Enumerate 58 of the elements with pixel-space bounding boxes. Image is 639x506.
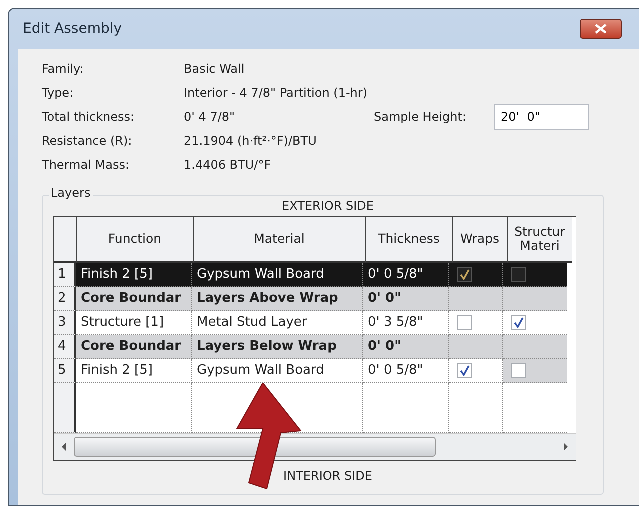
exterior-side-label: EXTERIOR SIDE (281, 199, 375, 215)
property-value: 0' 4 7/8" (184, 110, 236, 124)
table-row[interactable]: 2 Core Boundar Layers Above Wrap 0' 0" (54, 287, 576, 311)
structural-checkbox[interactable] (511, 267, 526, 282)
horizontal-scrollbar[interactable] (54, 433, 576, 460)
table-cell: 0' 0 5/8" (363, 359, 449, 383)
interior-side-label: INTERIOR SIDE (282, 469, 374, 485)
row-number: 1 (54, 263, 76, 287)
row-number: 2 (54, 287, 76, 311)
close-icon (594, 24, 608, 34)
structural-checkbox[interactable] (511, 315, 526, 330)
column-header[interactable]: Function (77, 217, 194, 263)
sample-height-label: Sample Height: (374, 110, 468, 124)
scroll-left-icon[interactable] (60, 442, 68, 452)
window-title: Edit Assembly (23, 21, 122, 37)
table-cell: Core Boundar (76, 287, 192, 311)
table-cell: Layers Above Wrap (192, 287, 363, 311)
table-row[interactable]: 1 Finish 2 [5] Gypsum Wall Board 0' 0 5/8" (54, 263, 576, 287)
scrollbar-thumb[interactable] (74, 437, 436, 457)
column-header[interactable]: Material (194, 217, 366, 263)
column-header[interactable]: Thickness (366, 217, 453, 263)
sample-height-field[interactable]: 20' 0" (494, 104, 589, 130)
property-label: Total thickness: (42, 110, 136, 124)
table-row[interactable]: 4 Core Boundar Layers Below Wrap 0' 0" (54, 335, 576, 359)
property-value: Interior - 4 7/8" Partition (1-hr) (184, 86, 369, 100)
close-button[interactable] (580, 19, 622, 39)
check-icon (458, 268, 470, 280)
wraps-checkbox[interactable] (457, 267, 472, 282)
row-number: 4 (54, 335, 76, 359)
table-cell: 0' 0" (363, 335, 449, 359)
property-label: Thermal Mass: (42, 158, 130, 172)
check-icon (512, 316, 524, 328)
row-number: 5 (54, 359, 76, 383)
row-header (54, 383, 76, 433)
column-header[interactable]: Structur Materi (508, 217, 572, 263)
wraps-checkbox[interactable] (457, 315, 472, 330)
column-header[interactable]: Wraps (453, 217, 508, 263)
table-cell: Layers Below Wrap (192, 335, 363, 359)
property-label: Type: (42, 86, 75, 100)
property-label: Resistance (R): (42, 134, 134, 148)
property-value: 1.4406 BTU/°F (184, 158, 272, 172)
table-cell: Core Boundar (76, 335, 192, 359)
table-cell: 0' 0" (363, 287, 449, 311)
table-cell: Gypsum Wall Board (192, 263, 363, 287)
table-cell: Gypsum Wall Board (192, 359, 363, 383)
scroll-right-icon[interactable] (562, 442, 570, 452)
property-value: 21.1904 (h·ft²·°F)/BTU (184, 134, 318, 148)
property-value: Basic Wall (184, 62, 246, 76)
table-row[interactable]: 5 Finish 2 [5] Gypsum Wall Board 0' 0 5/8" (54, 359, 576, 383)
row-number: 3 (54, 311, 76, 335)
table-cell: Finish 2 [5] (76, 263, 192, 287)
structural-checkbox[interactable] (511, 363, 526, 378)
table-cell: Finish 2 [5] (76, 359, 192, 383)
wraps-checkbox[interactable] (457, 363, 472, 378)
property-label: Family: (42, 62, 85, 76)
table-cell: 0' 0 5/8" (363, 263, 449, 287)
group-title: Layers (49, 186, 93, 200)
check-icon (458, 364, 470, 376)
